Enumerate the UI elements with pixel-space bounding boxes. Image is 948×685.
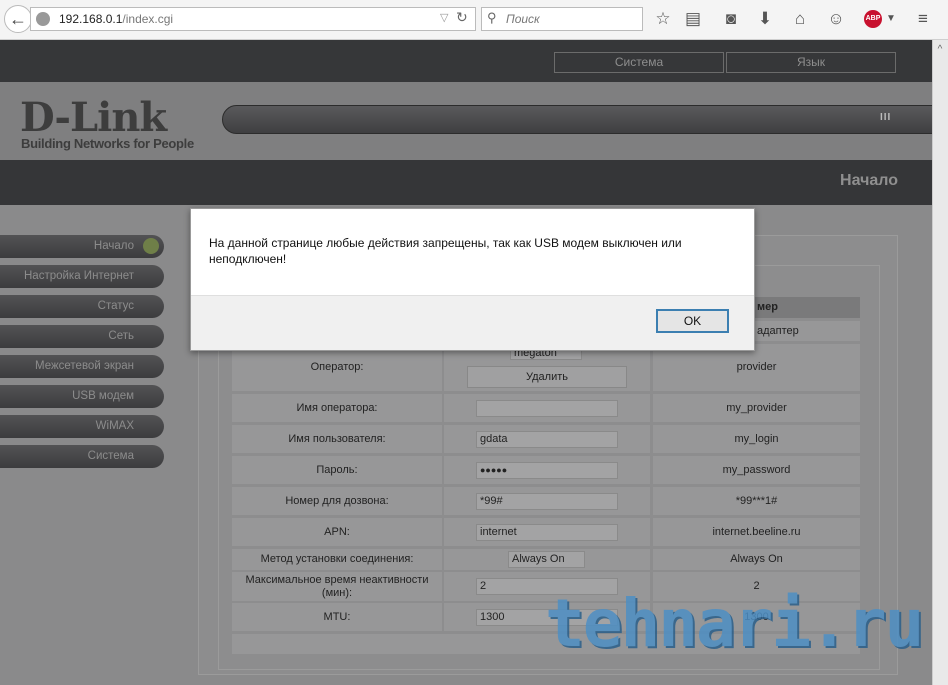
home-icon[interactable]: ⌂ — [789, 9, 811, 29]
dialog-footer: OK — [191, 295, 754, 350]
label-operator: Оператор: — [232, 344, 442, 391]
active-indicator-icon — [143, 238, 159, 254]
scroll-up-icon[interactable]: ^ — [932, 44, 948, 55]
address-bar[interactable]: 192.168.0.1/index.cgi — [30, 7, 476, 31]
watermark: tehnari.ru — [545, 585, 924, 662]
label-username: Имя пользователя: — [232, 425, 442, 453]
example-dial-number: *99***1# — [653, 487, 860, 515]
label-mtu: MTU: — [232, 603, 442, 631]
reading-list-icon[interactable]: ▤ — [682, 9, 704, 29]
url-host: 192.168.0.1 — [59, 12, 123, 26]
password-input[interactable]: ●●●●● — [476, 462, 618, 479]
dial-number-input[interactable]: *99# — [476, 493, 618, 510]
delete-button[interactable]: Удалить — [467, 366, 627, 388]
chat-icon[interactable]: ☺ — [825, 9, 847, 29]
sidebar-item-status[interactable]: Статус — [0, 295, 164, 318]
dlink-logo: D-Link — [20, 94, 167, 141]
username-input[interactable]: gdata — [476, 431, 618, 448]
label-apn: APN: — [232, 518, 442, 546]
dropdown-icon[interactable]: ▽ — [440, 11, 448, 24]
logo-tagline: Building Networks for People — [21, 136, 194, 151]
sidebar-item-network[interactable]: Сеть — [0, 325, 164, 348]
pocket-icon[interactable]: ◙ — [720, 9, 742, 29]
example-username: my_login — [653, 425, 860, 453]
sidebar-item-wimax[interactable]: WiMAX — [0, 415, 164, 438]
label-password: Пароль: — [232, 456, 442, 484]
search-icon: ⚲ — [487, 10, 497, 25]
dialog-message: На данной странице любые действия запрещ… — [209, 236, 682, 266]
bookmark-star-icon[interactable]: ☆ — [652, 9, 674, 29]
back-button[interactable]: ← — [4, 5, 32, 33]
ok-button[interactable]: OK — [656, 309, 729, 333]
download-icon[interactable]: ⬇ — [754, 9, 776, 29]
globe-icon — [36, 12, 50, 26]
menu-icon[interactable]: ≡ — [912, 9, 934, 29]
scrollbar[interactable] — [932, 40, 948, 685]
example-password: my_password — [653, 456, 860, 484]
example-apn: internet.beeline.ru — [653, 518, 860, 546]
operator-name-input[interactable] — [476, 400, 618, 417]
label-operator-name: Имя оператора: — [232, 394, 442, 422]
reload-icon[interactable]: ↻ — [456, 9, 468, 26]
sidebar-item-internet[interactable]: Настройка Интернет — [0, 265, 164, 288]
sidebar-item-home[interactable]: Начало — [0, 235, 164, 258]
alert-dialog: На данной странице любые действия запрещ… — [190, 208, 755, 351]
menu-bar — [222, 105, 934, 134]
example-connection-method: Always On — [653, 549, 860, 570]
search-input[interactable]: Поиск — [481, 7, 643, 31]
sidebar-item-system[interactable]: Система — [0, 445, 164, 468]
language-button[interactable]: Язык — [726, 52, 896, 73]
bar-grip-icon[interactable]: III — [880, 112, 891, 123]
apn-input[interactable]: internet — [476, 524, 618, 541]
example-operator: provider — [653, 344, 860, 391]
example-operator-name: my_provider — [653, 394, 860, 422]
page-title: Начало — [840, 172, 898, 189]
connection-method-select[interactable]: Always On — [508, 551, 585, 568]
sidebar-item-usb-modem[interactable]: USB модем — [0, 385, 164, 408]
sidebar-item-firewall[interactable]: Межсетевой экран — [0, 355, 164, 378]
label-connection-method: Метод установки соединения: — [232, 549, 442, 570]
label-dial-number: Номер для дозвона: — [232, 487, 442, 515]
url-path: /index.cgi — [122, 12, 174, 26]
chevron-down-icon[interactable]: ▼ — [880, 13, 902, 24]
system-button[interactable]: Система — [554, 52, 724, 73]
label-idle-timeout: Максимальное время неактивности (мин): — [232, 572, 442, 601]
